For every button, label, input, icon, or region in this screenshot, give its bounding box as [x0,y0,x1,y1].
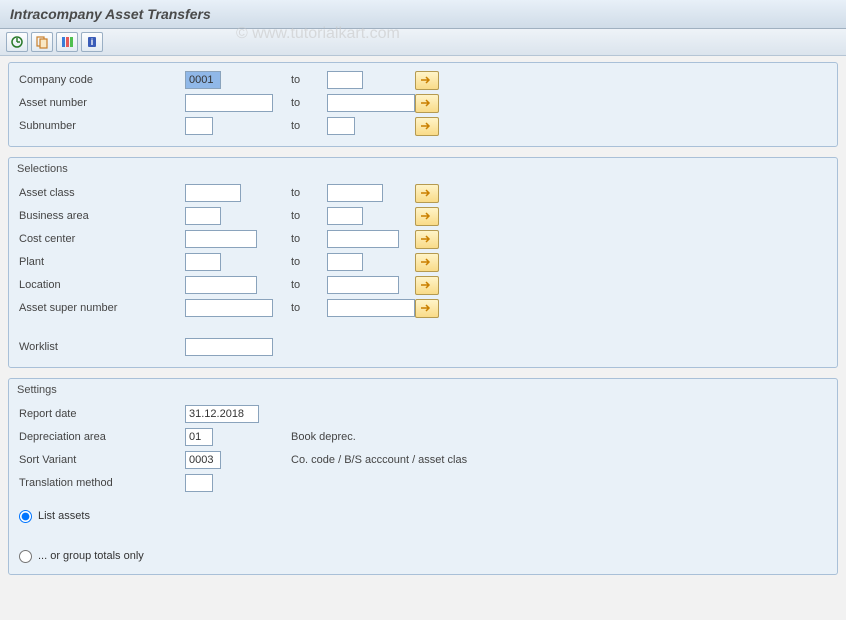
group-settings: Settings Report date Depreciation area B… [8,378,838,575]
worklist-input[interactable] [185,338,273,356]
group-selections: Selections Asset class to Business area … [8,157,838,368]
to-label: to [291,233,327,245]
asset-super-from[interactable] [185,299,273,317]
report-date-input[interactable] [185,405,259,423]
to-label: to [291,120,327,132]
sort-variant-input[interactable] [185,451,221,469]
plant-to[interactable] [327,253,363,271]
location-from[interactable] [185,276,257,294]
worklist-label: Worklist [17,341,185,353]
get-variant-button[interactable] [31,32,53,52]
cost-center-label: Cost center [17,233,185,245]
list-assets-label: List assets [38,510,90,522]
asset-class-from[interactable] [185,184,241,202]
plant-from[interactable] [185,253,221,271]
company-code-label: Company code [17,74,185,86]
list-assets-radio[interactable] [19,510,32,523]
location-to[interactable] [327,276,399,294]
asset-number-to[interactable] [327,94,415,112]
group-totals-label: ... or group totals only [38,550,144,562]
asset-super-to[interactable] [327,299,415,317]
location-multiselect[interactable] [415,276,439,295]
program-doc-button[interactable]: i [81,32,103,52]
location-label: Location [17,279,185,291]
asset-super-label: Asset super number [17,302,185,314]
toolbar: i [0,29,846,56]
cost-center-multiselect[interactable] [415,230,439,249]
execute-button[interactable] [6,32,28,52]
cost-center-to[interactable] [327,230,399,248]
to-label: to [291,279,327,291]
to-label: to [291,302,327,314]
subnumber-label: Subnumber [17,120,185,132]
asset-number-label: Asset number [17,97,185,109]
business-area-from[interactable] [185,207,221,225]
to-label: to [291,187,327,199]
page-title: Intracompany Asset Transfers [0,0,846,29]
group-totals-radio[interactable] [19,550,32,563]
subnumber-from[interactable] [185,117,213,135]
business-area-to[interactable] [327,207,363,225]
asset-class-label: Asset class [17,187,185,199]
asset-number-from[interactable] [185,94,273,112]
sort-variant-label: Sort Variant [17,454,185,466]
company-code-multiselect[interactable] [415,71,439,90]
depr-area-label: Depreciation area [17,431,185,443]
business-area-multiselect[interactable] [415,207,439,226]
plant-label: Plant [17,256,185,268]
to-label: to [291,256,327,268]
asset-class-to[interactable] [327,184,383,202]
business-area-label: Business area [17,210,185,222]
transl-method-input[interactable] [185,474,213,492]
to-label: to [291,210,327,222]
subnumber-multiselect[interactable] [415,117,439,136]
plant-multiselect[interactable] [415,253,439,272]
asset-super-multiselect[interactable] [415,299,439,318]
to-label: to [291,74,327,86]
group-basic: Company code to Asset number to Subnumbe… [8,62,838,147]
selections-title: Selections [17,162,829,176]
depr-area-desc: Book deprec. [291,431,356,443]
depr-area-input[interactable] [185,428,213,446]
asset-number-multiselect[interactable] [415,94,439,113]
report-date-label: Report date [17,408,185,420]
transl-method-label: Translation method [17,477,185,489]
company-code-to[interactable] [327,71,363,89]
sort-variant-desc: Co. code / B/S acccount / asset clas [291,454,467,466]
all-selections-button[interactable] [56,32,78,52]
subnumber-to[interactable] [327,117,355,135]
to-label: to [291,97,327,109]
company-code-from[interactable] [185,71,221,89]
cost-center-from[interactable] [185,230,257,248]
asset-class-multiselect[interactable] [415,184,439,203]
svg-text:i: i [91,37,94,47]
settings-title: Settings [17,383,829,397]
